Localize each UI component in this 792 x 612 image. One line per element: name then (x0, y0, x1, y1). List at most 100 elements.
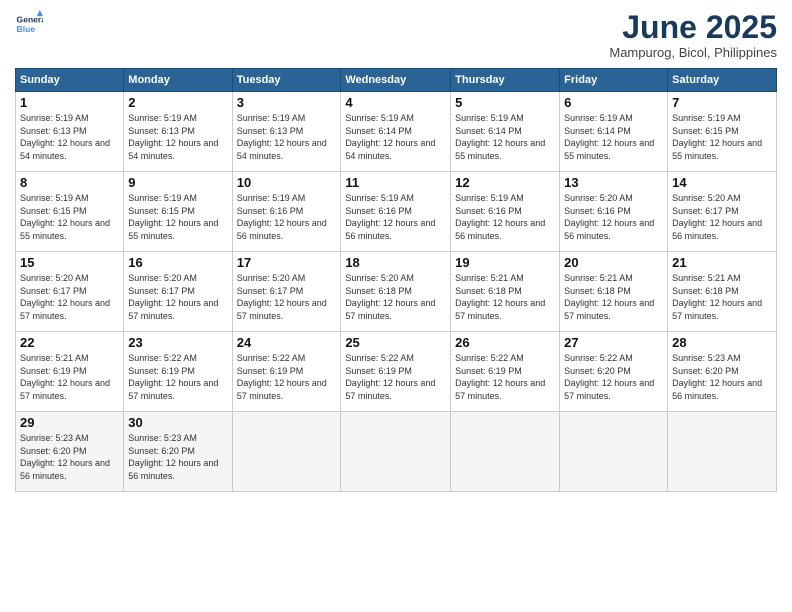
sunset-label: Sunset: 6:19 PM (128, 366, 195, 376)
day-number: 15 (20, 255, 119, 270)
month-title: June 2025 (609, 10, 777, 45)
daylight-label: Daylight: 12 hours and 57 minutes. (455, 378, 545, 401)
day-number: 30 (128, 415, 227, 430)
daylight-label: Daylight: 12 hours and 57 minutes. (20, 378, 110, 401)
table-row: 27 Sunrise: 5:22 AM Sunset: 6:20 PM Dayl… (560, 332, 668, 412)
daylight-label: Daylight: 12 hours and 57 minutes. (455, 298, 545, 321)
table-row: 17 Sunrise: 5:20 AM Sunset: 6:17 PM Dayl… (232, 252, 341, 332)
table-row: 21 Sunrise: 5:21 AM Sunset: 6:18 PM Dayl… (668, 252, 777, 332)
day-info: Sunrise: 5:19 AM Sunset: 6:14 PM Dayligh… (564, 112, 663, 162)
day-info: Sunrise: 5:20 AM Sunset: 6:17 PM Dayligh… (237, 272, 337, 322)
sunrise-label: Sunrise: 5:19 AM (345, 113, 414, 123)
col-monday: Monday (124, 69, 232, 92)
sunset-label: Sunset: 6:13 PM (237, 126, 304, 136)
sunrise-label: Sunrise: 5:19 AM (455, 113, 524, 123)
day-info: Sunrise: 5:22 AM Sunset: 6:19 PM Dayligh… (128, 352, 227, 402)
sunrise-label: Sunrise: 5:23 AM (20, 433, 89, 443)
daylight-label: Daylight: 12 hours and 57 minutes. (564, 298, 654, 321)
sunrise-label: Sunrise: 5:19 AM (20, 113, 89, 123)
daylight-label: Daylight: 12 hours and 57 minutes. (237, 298, 327, 321)
day-number: 27 (564, 335, 663, 350)
daylight-label: Daylight: 12 hours and 55 minutes. (672, 138, 762, 161)
sunrise-label: Sunrise: 5:23 AM (128, 433, 197, 443)
day-info: Sunrise: 5:19 AM Sunset: 6:16 PM Dayligh… (237, 192, 337, 242)
table-row: 15 Sunrise: 5:20 AM Sunset: 6:17 PM Dayl… (16, 252, 124, 332)
sunset-label: Sunset: 6:16 PM (455, 206, 522, 216)
day-number: 21 (672, 255, 772, 270)
sunrise-label: Sunrise: 5:20 AM (564, 193, 633, 203)
day-number: 9 (128, 175, 227, 190)
sunrise-label: Sunrise: 5:19 AM (128, 193, 197, 203)
daylight-label: Daylight: 12 hours and 54 minutes. (237, 138, 327, 161)
day-number: 23 (128, 335, 227, 350)
sunset-label: Sunset: 6:17 PM (128, 286, 195, 296)
location: Mampurog, Bicol, Philippines (609, 45, 777, 60)
daylight-label: Daylight: 12 hours and 56 minutes. (672, 218, 762, 241)
logo: General Blue (15, 10, 43, 38)
sunrise-label: Sunrise: 5:19 AM (345, 193, 414, 203)
calendar-week-row: 1 Sunrise: 5:19 AM Sunset: 6:13 PM Dayli… (16, 92, 777, 172)
day-number: 3 (237, 95, 337, 110)
col-saturday: Saturday (668, 69, 777, 92)
sunset-label: Sunset: 6:16 PM (345, 206, 412, 216)
col-sunday: Sunday (16, 69, 124, 92)
daylight-label: Daylight: 12 hours and 56 minutes. (455, 218, 545, 241)
day-number: 12 (455, 175, 555, 190)
daylight-label: Daylight: 12 hours and 54 minutes. (128, 138, 218, 161)
sunset-label: Sunset: 6:18 PM (345, 286, 412, 296)
day-info: Sunrise: 5:20 AM Sunset: 6:18 PM Dayligh… (345, 272, 446, 322)
col-tuesday: Tuesday (232, 69, 341, 92)
day-number: 20 (564, 255, 663, 270)
sunset-label: Sunset: 6:15 PM (20, 206, 87, 216)
calendar-week-row: 8 Sunrise: 5:19 AM Sunset: 6:15 PM Dayli… (16, 172, 777, 252)
sunrise-label: Sunrise: 5:22 AM (564, 353, 633, 363)
day-info: Sunrise: 5:19 AM Sunset: 6:15 PM Dayligh… (672, 112, 772, 162)
sunset-label: Sunset: 6:17 PM (672, 206, 739, 216)
table-row: 1 Sunrise: 5:19 AM Sunset: 6:13 PM Dayli… (16, 92, 124, 172)
sunrise-label: Sunrise: 5:22 AM (128, 353, 197, 363)
table-row: 28 Sunrise: 5:23 AM Sunset: 6:20 PM Dayl… (668, 332, 777, 412)
day-info: Sunrise: 5:20 AM Sunset: 6:17 PM Dayligh… (128, 272, 227, 322)
day-info: Sunrise: 5:19 AM Sunset: 6:15 PM Dayligh… (20, 192, 119, 242)
day-number: 24 (237, 335, 337, 350)
sunset-label: Sunset: 6:15 PM (672, 126, 739, 136)
sunrise-label: Sunrise: 5:21 AM (20, 353, 89, 363)
daylight-label: Daylight: 12 hours and 56 minutes. (564, 218, 654, 241)
day-info: Sunrise: 5:20 AM Sunset: 6:17 PM Dayligh… (20, 272, 119, 322)
sunset-label: Sunset: 6:18 PM (455, 286, 522, 296)
day-info: Sunrise: 5:19 AM Sunset: 6:14 PM Dayligh… (455, 112, 555, 162)
sunset-label: Sunset: 6:18 PM (564, 286, 631, 296)
sunset-label: Sunset: 6:15 PM (128, 206, 195, 216)
sunset-label: Sunset: 6:16 PM (237, 206, 304, 216)
day-number: 18 (345, 255, 446, 270)
daylight-label: Daylight: 12 hours and 57 minutes. (345, 378, 435, 401)
day-info: Sunrise: 5:22 AM Sunset: 6:20 PM Dayligh… (564, 352, 663, 402)
daylight-label: Daylight: 12 hours and 54 minutes. (20, 138, 110, 161)
day-number: 16 (128, 255, 227, 270)
day-number: 6 (564, 95, 663, 110)
title-section: June 2025 Mampurog, Bicol, Philippines (609, 10, 777, 60)
day-info: Sunrise: 5:23 AM Sunset: 6:20 PM Dayligh… (20, 432, 119, 482)
table-row: 7 Sunrise: 5:19 AM Sunset: 6:15 PM Dayli… (668, 92, 777, 172)
day-info: Sunrise: 5:22 AM Sunset: 6:19 PM Dayligh… (455, 352, 555, 402)
day-info: Sunrise: 5:19 AM Sunset: 6:15 PM Dayligh… (128, 192, 227, 242)
table-row: 10 Sunrise: 5:19 AM Sunset: 6:16 PM Dayl… (232, 172, 341, 252)
col-friday: Friday (560, 69, 668, 92)
day-info: Sunrise: 5:19 AM Sunset: 6:13 PM Dayligh… (237, 112, 337, 162)
day-info: Sunrise: 5:20 AM Sunset: 6:17 PM Dayligh… (672, 192, 772, 242)
table-row: 12 Sunrise: 5:19 AM Sunset: 6:16 PM Dayl… (451, 172, 560, 252)
daylight-label: Daylight: 12 hours and 56 minutes. (672, 378, 762, 401)
day-number: 2 (128, 95, 227, 110)
table-row: 24 Sunrise: 5:22 AM Sunset: 6:19 PM Dayl… (232, 332, 341, 412)
table-row: 23 Sunrise: 5:22 AM Sunset: 6:19 PM Dayl… (124, 332, 232, 412)
calendar-header-row: Sunday Monday Tuesday Wednesday Thursday… (16, 69, 777, 92)
table-row: 19 Sunrise: 5:21 AM Sunset: 6:18 PM Dayl… (451, 252, 560, 332)
day-number: 14 (672, 175, 772, 190)
day-info: Sunrise: 5:19 AM Sunset: 6:13 PM Dayligh… (128, 112, 227, 162)
daylight-label: Daylight: 12 hours and 55 minutes. (20, 218, 110, 241)
table-row: 14 Sunrise: 5:20 AM Sunset: 6:17 PM Dayl… (668, 172, 777, 252)
day-info: Sunrise: 5:21 AM Sunset: 6:18 PM Dayligh… (564, 272, 663, 322)
daylight-label: Daylight: 12 hours and 55 minutes. (455, 138, 545, 161)
calendar-week-row: 29 Sunrise: 5:23 AM Sunset: 6:20 PM Dayl… (16, 412, 777, 492)
sunrise-label: Sunrise: 5:21 AM (672, 273, 741, 283)
